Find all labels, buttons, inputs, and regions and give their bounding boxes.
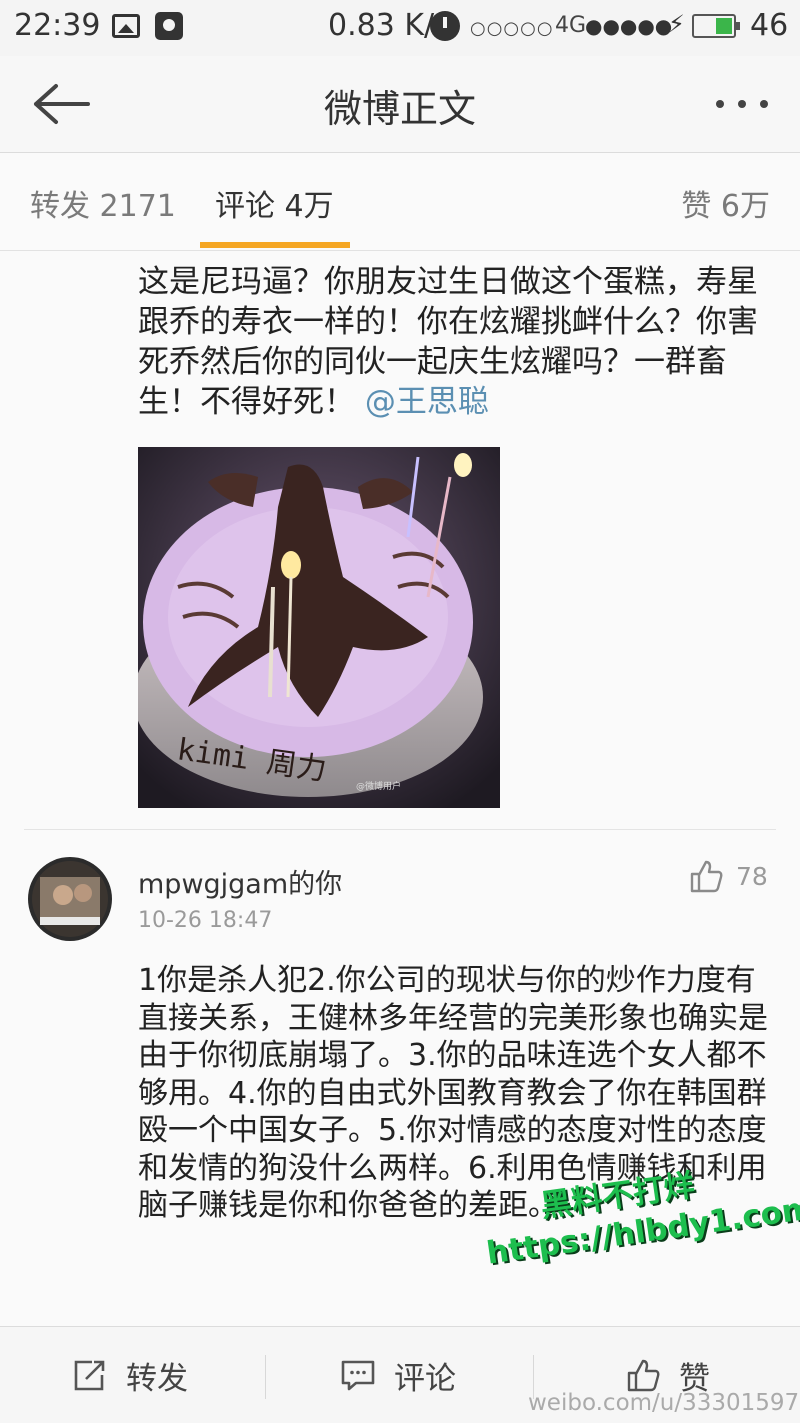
- charging-icon: ⚡: [668, 10, 685, 38]
- weibo-watermark: weibo.com/u/3330159730: [528, 1390, 800, 1416]
- comment-label: 评论: [394, 1360, 456, 1397]
- network-type: 4G: [555, 13, 587, 38]
- svg-text:@微博用户: @微博用户: [356, 780, 401, 792]
- comment-icon: [341, 1360, 375, 1391]
- status-time: 22:39: [14, 8, 101, 43]
- post-text: 这是尼玛逼？你朋友过生日做这个蛋糕，寿星跟乔的寿衣一样的！你在炫耀挑衅什么？你害…: [138, 262, 778, 422]
- signal-2-icon: ●●●●●: [585, 14, 673, 38]
- repost-icon: [74, 1360, 105, 1391]
- tab-comment[interactable]: 评论 4万: [215, 181, 334, 225]
- navigation-bar: 微博正文: [0, 56, 800, 153]
- tab-like[interactable]: 赞 6万: [681, 181, 770, 225]
- comment-time: 10-26 18:47: [138, 908, 273, 933]
- mention-link[interactable]: @王思聪: [365, 384, 489, 420]
- comment-button[interactable]: 评论: [340, 1327, 456, 1423]
- repost-button[interactable]: 转发: [72, 1327, 188, 1423]
- page-title: 微博正文: [323, 87, 476, 131]
- image-notification-icon: [112, 14, 140, 38]
- separator: [265, 1355, 266, 1399]
- app-notification-icon: [155, 12, 183, 40]
- like-icon: [627, 1359, 660, 1392]
- divider: [24, 829, 776, 830]
- comment-username[interactable]: mpwgjgam的你: [138, 862, 342, 901]
- alarm-icon: [430, 11, 460, 41]
- active-tab-indicator: [200, 242, 350, 248]
- repost-label: 转发: [126, 1360, 188, 1397]
- more-options-icon[interactable]: [712, 96, 772, 112]
- post-image[interactable]: kimi 周力 @微博用户: [138, 447, 500, 808]
- avatar[interactable]: [28, 857, 112, 941]
- thumb-up-icon[interactable]: [688, 858, 724, 894]
- post-tabs: 转发 2171 评论 4万 赞 6万: [0, 153, 800, 251]
- battery-level: 46: [750, 8, 789, 43]
- status-bar: 22:39 0.83 K/s ○○○○○ 4G ●●●●● ⚡ 46: [0, 0, 800, 56]
- battery-icon: [692, 14, 740, 38]
- signal-1-icon: ○○○○○: [470, 18, 554, 39]
- tab-repost[interactable]: 转发 2171: [30, 181, 176, 225]
- comment-like-count: 78: [736, 862, 768, 891]
